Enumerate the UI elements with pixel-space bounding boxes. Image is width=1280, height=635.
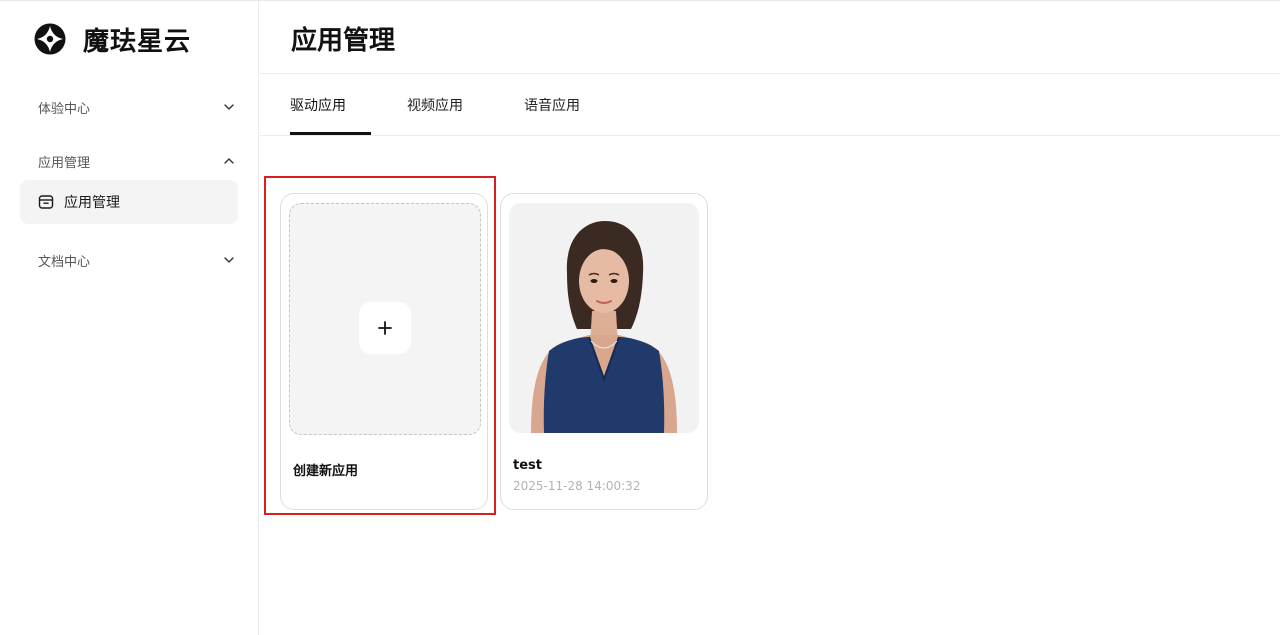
nav-group-label: 文档中心 — [38, 254, 91, 270]
app-created-time: 2025-11-28 14:00:32 — [513, 479, 641, 493]
active-tab-indicator — [290, 132, 371, 135]
app-name: test — [513, 458, 542, 473]
brand-name: 魔珐星云 — [83, 26, 192, 57]
tab-video-apps[interactable]: 视频应用 — [407, 95, 463, 115]
page-title: 应用管理 — [291, 26, 396, 56]
avatar-illustration — [509, 203, 699, 433]
add-app-button[interactable] — [359, 302, 411, 354]
tab-bar: 驱动应用 视频应用 语音应用 — [260, 74, 1280, 136]
nav-group-experience-center[interactable]: 体验中心 — [20, 91, 240, 123]
tab-voice-apps[interactable]: 语音应用 — [524, 95, 580, 115]
nav-group-label: 应用管理 — [38, 155, 91, 171]
nav-group-label: 体验中心 — [38, 101, 91, 117]
brand[interactable]: 魔珐星云 — [34, 21, 191, 57]
main-content: 应用管理 驱动应用 视频应用 语音应用 创建新应用 test 2025-11-2… — [260, 1, 1280, 635]
archive-box-icon — [38, 195, 54, 209]
create-app-card[interactable]: 创建新应用 — [280, 193, 488, 510]
sidebar-item-app-management[interactable]: 应用管理 — [20, 180, 238, 224]
chevron-down-icon — [224, 257, 234, 263]
sidebar: 魔珐星云 体验中心 应用管理 应用管理 文档中心 — [0, 1, 259, 635]
nav-group-docs-center[interactable]: 文档中心 — [20, 244, 240, 276]
brand-logo-icon — [34, 23, 66, 55]
app-card[interactable]: test 2025-11-28 14:00:32 — [500, 193, 708, 510]
chevron-up-icon — [224, 158, 234, 164]
page-header: 应用管理 — [260, 1, 1280, 74]
tab-driver-apps[interactable]: 驱动应用 — [290, 95, 346, 115]
app-avatar-thumbnail — [509, 203, 699, 433]
app-root: 魔珐星云 体验中心 应用管理 应用管理 文档中心 应用管理 驱动应用 视频应用 … — [0, 0, 1280, 635]
create-app-dropzone[interactable] — [289, 203, 481, 435]
plus-icon — [378, 321, 392, 335]
sidebar-item-label: 应用管理 — [64, 195, 120, 211]
nav-group-app-management[interactable]: 应用管理 — [20, 145, 240, 177]
chevron-down-icon — [224, 104, 234, 110]
create-app-label: 创建新应用 — [293, 464, 359, 479]
